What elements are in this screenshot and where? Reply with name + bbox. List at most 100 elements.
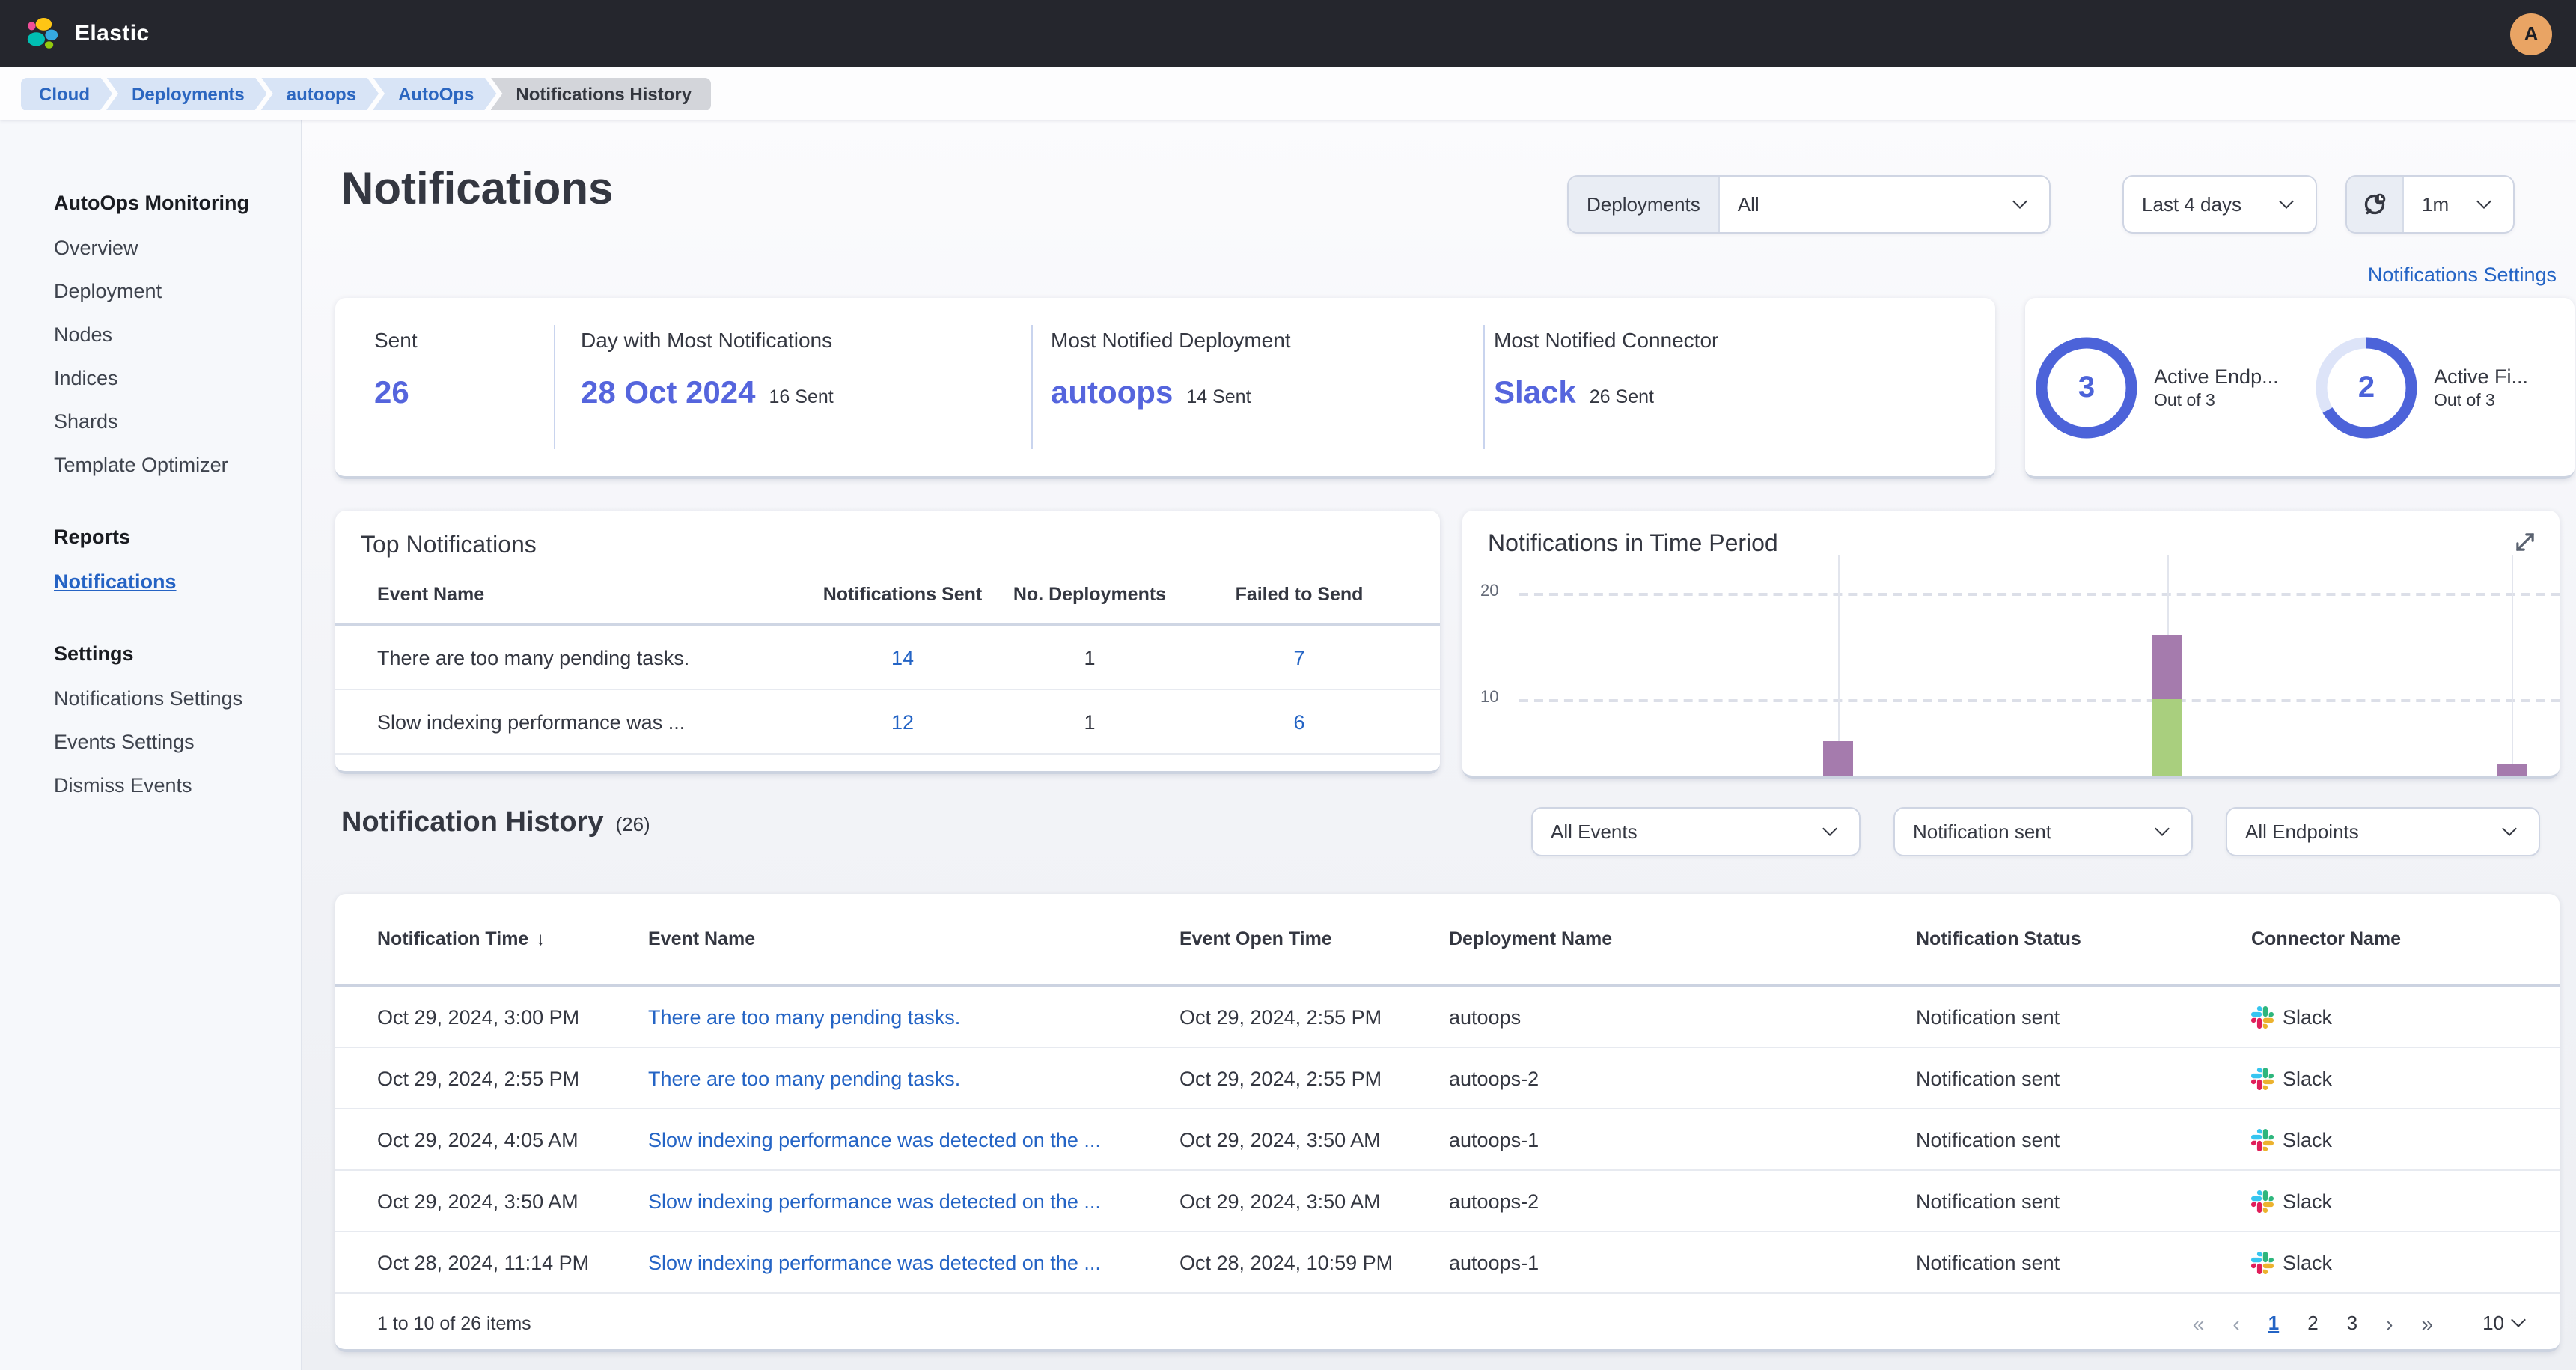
last-page-button[interactable]: »: [2421, 1311, 2433, 1335]
slack-icon: [2251, 1190, 2274, 1212]
sort-desc-icon: ↓: [536, 928, 545, 949]
notification-time-cell: Oct 29, 2024, 4:05 AM: [377, 1128, 648, 1151]
event-name-link[interactable]: There are too many pending tasks.: [648, 1005, 1179, 1028]
event-name-link[interactable]: Slow indexing performance was detected o…: [648, 1128, 1179, 1151]
sort-column-notification-time[interactable]: Notification Time↓: [377, 928, 648, 949]
status-filter[interactable]: Notification sent: [1893, 807, 2193, 856]
page-title: Notifications: [341, 165, 613, 216]
table-row: Oct 29, 2024, 3:50 AMSlow indexing perfo…: [335, 1171, 2560, 1232]
sidebar-item-indices[interactable]: Indices: [54, 356, 286, 400]
divider: [1483, 325, 1485, 449]
event-name-link[interactable]: There are too many pending tasks.: [648, 1067, 1179, 1089]
time-range-value: Last 4 days: [2142, 193, 2241, 216]
breadcrumb-item[interactable]: Notifications History: [490, 77, 711, 110]
endpoints-filter-value: All Endpoints: [2245, 821, 2359, 843]
event-open-time-cell: Oct 29, 2024, 2:55 PM: [1179, 1067, 1449, 1089]
chevron-down-icon: [1822, 821, 1837, 836]
sidebar-item-shards[interactable]: Shards: [54, 400, 286, 443]
deployment-name-cell: autoops-1: [1449, 1128, 1916, 1151]
sidebar-item-deployment[interactable]: Deployment: [54, 270, 286, 313]
event-open-time-cell: Oct 28, 2024, 10:59 PM: [1179, 1251, 1449, 1273]
table-row: Oct 28, 2024, 11:14 PMSlow indexing perf…: [335, 1232, 2560, 1294]
stat-day-with-most-notifications: Day with Most Notifications28 Oct 202416…: [581, 328, 834, 412]
progress-ring: 2: [2314, 335, 2419, 440]
deployment-name-cell: autoops-1: [1449, 1251, 1916, 1273]
auto-refresh-control[interactable]: 1m: [2345, 175, 2515, 234]
sidebar-item-dismiss-events[interactable]: Dismiss Events: [54, 764, 286, 807]
event-name-link[interactable]: Slow indexing performance was detected o…: [648, 1251, 1179, 1273]
refresh-clock-icon[interactable]: [2347, 177, 2404, 232]
ring-value: 2: [2314, 335, 2419, 440]
top-notifications-card: Top Notifications Event Name Notificatio…: [335, 511, 1440, 774]
events-filter[interactable]: All Events: [1531, 807, 1861, 856]
table-row: Slow indexing performance was ...1216: [335, 690, 1440, 755]
breadcrumb-item[interactable]: Deployments: [106, 77, 267, 110]
notification-time-cell: Oct 29, 2024, 3:00 PM: [377, 1005, 648, 1028]
history-footer: 1 to 10 of 26 items « ‹ 123 › » 10: [335, 1294, 2560, 1352]
breadcrumb: CloudDeploymentsautoopsAutoOpsNotificati…: [0, 67, 2576, 120]
sidebar-item-notifications-settings[interactable]: Notifications Settings: [54, 677, 286, 720]
connector-cell: Slack: [2251, 1190, 2560, 1212]
slack-icon: [2251, 1128, 2274, 1151]
stat-value-line: autoops14 Sent: [1051, 376, 1291, 412]
gridline: [1519, 699, 2560, 702]
page-button-1[interactable]: 1: [2268, 1312, 2279, 1334]
endpoints-filter[interactable]: All Endpoints: [2226, 807, 2540, 856]
notification-status-cell: Notification sent: [1916, 1128, 2251, 1151]
pagination: « ‹ 1 2 3 › » 10: [2193, 1311, 2524, 1335]
deployments-filter[interactable]: Deployments All: [1567, 175, 2051, 234]
endpoint-ring-group: 2Active Fi...Out of 3: [2314, 335, 2528, 440]
column-header: No. Deployments: [985, 584, 1194, 605]
notifications-sent-link[interactable]: 12: [820, 710, 985, 733]
table-row: Oct 29, 2024, 2:55 PMThere are too many …: [335, 1048, 2560, 1109]
gridline: [2512, 555, 2513, 776]
ring-label: Active Fi...: [2434, 365, 2528, 388]
failed-to-send-link[interactable]: 7: [1194, 646, 1404, 669]
breadcrumb-item[interactable]: Cloud: [21, 77, 112, 110]
table-row: Some data nodes are more loade...012: [335, 755, 1440, 774]
connector-cell: Slack: [2251, 1128, 2560, 1151]
first-page-button[interactable]: «: [2193, 1311, 2205, 1335]
sidebar-item-events-settings[interactable]: Events Settings: [54, 720, 286, 764]
sidebar-item-overview[interactable]: Overview: [54, 226, 286, 270]
event-open-time-cell: Oct 29, 2024, 3:50 AM: [1179, 1128, 1449, 1151]
user-avatar[interactable]: A: [2510, 13, 2552, 55]
chevron-down-icon: [2502, 821, 2517, 836]
deployment-name-cell: autoops-2: [1449, 1067, 1916, 1089]
column-header: Notifications Sent: [820, 584, 985, 605]
stat-sub: 26 Sent: [1590, 386, 1654, 407]
notifications-settings-link[interactable]: Notifications Settings: [2368, 264, 2557, 286]
sidebar-heading: Settings: [54, 642, 286, 665]
event-name-cell: There are too many pending tasks.: [377, 646, 820, 669]
page-button-3[interactable]: 3: [2347, 1312, 2357, 1334]
sidebar-item-template-optimizer[interactable]: Template Optimizer: [54, 443, 286, 487]
y-axis-tick: 20: [1480, 582, 1513, 600]
history-body: Oct 29, 2024, 3:00 PMThere are too many …: [335, 987, 2560, 1294]
event-name-link[interactable]: Slow indexing performance was detected o…: [648, 1190, 1179, 1212]
next-page-button[interactable]: ›: [2386, 1311, 2393, 1335]
sidebar-heading: AutoOps Monitoring: [54, 192, 286, 214]
stat-label: Sent: [374, 328, 418, 352]
endpoint-ring-group: 3Active Endp...Out of 3: [2034, 335, 2279, 440]
page-size-select[interactable]: 10: [2482, 1312, 2524, 1334]
time-range-select[interactable]: Last 4 days: [2122, 175, 2317, 234]
failed-to-send-link[interactable]: 6: [1194, 710, 1404, 733]
history-header: Notification Time↓ Event Name Event Open…: [335, 894, 2560, 987]
sidebar-item-notifications[interactable]: Notifications: [54, 560, 286, 603]
breadcrumb-item[interactable]: AutoOps: [373, 77, 496, 110]
prev-page-button[interactable]: ‹: [2232, 1311, 2239, 1335]
breadcrumb-item[interactable]: autoops: [261, 77, 379, 110]
sidebar-item-nodes[interactable]: Nodes: [54, 313, 286, 356]
notifications-sent-link[interactable]: 14: [820, 646, 985, 669]
page-size-value: 10: [2482, 1312, 2504, 1334]
connector-name: Slack: [2283, 1251, 2332, 1273]
progress-ring: 3: [2034, 335, 2139, 440]
bar-chart: 1020: [1462, 511, 2560, 776]
event-name-cell: Slow indexing performance was ...: [377, 710, 820, 733]
stat-most-notified-deployment: Most Notified Deploymentautoops14 Sent: [1051, 328, 1291, 412]
stat-label: Day with Most Notifications: [581, 328, 834, 352]
notification-time-cell: Oct 29, 2024, 3:50 AM: [377, 1190, 648, 1212]
brand-name: Elastic: [75, 21, 150, 46]
page-button-2[interactable]: 2: [2307, 1312, 2318, 1334]
column-header: Deployment Name: [1449, 928, 1916, 949]
